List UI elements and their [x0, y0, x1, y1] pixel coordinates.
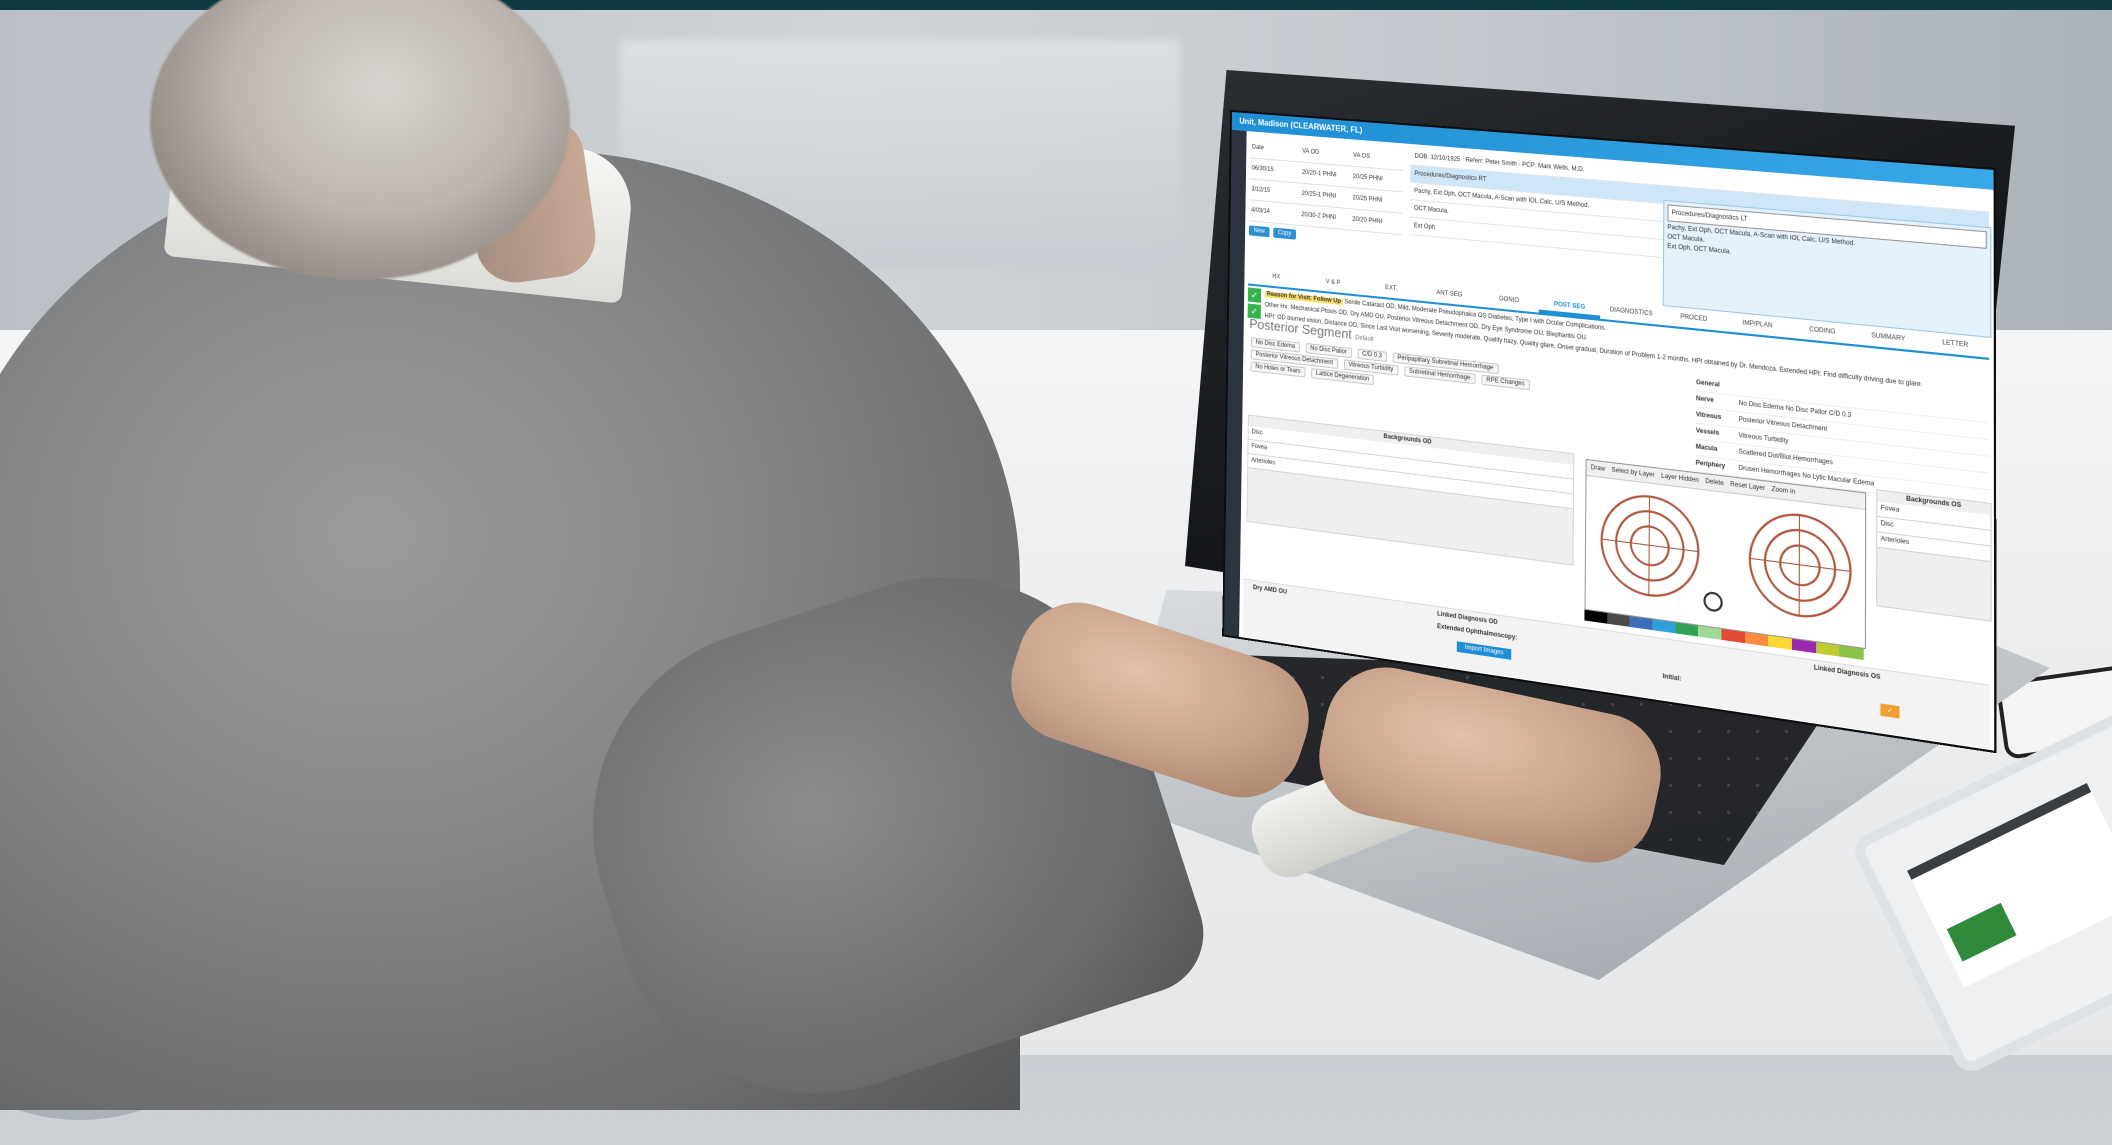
- tab-ant-seg[interactable]: ANT SEG: [1420, 282, 1479, 306]
- backgrounds-od-panel: Backgrounds OD Disc Fovea Arterioles: [1246, 414, 1575, 566]
- color-swatch[interactable]: [1629, 616, 1653, 631]
- linked-diagnosis-os: Linked Diagnosis OS: [1813, 665, 1881, 682]
- color-swatch[interactable]: [1768, 635, 1793, 650]
- save-button[interactable]: ✓: [1880, 703, 1900, 719]
- brush-cursor-icon: [1703, 590, 1723, 613]
- tab-post-seg[interactable]: POST SEG: [1539, 293, 1601, 319]
- default-toggle[interactable]: Default: [1355, 335, 1373, 343]
- visit-history-table: Date VA OD VA OS 06/30/15 20/20-1 PHNI 2…: [1248, 137, 1403, 249]
- color-swatch[interactable]: [1698, 625, 1722, 640]
- color-swatch[interactable]: [1606, 612, 1630, 627]
- tab-gonio[interactable]: GONIO: [1479, 288, 1539, 313]
- laptop-screen: Unit, Madison (CLEARWATER, FL) Date VA O…: [1224, 112, 1995, 751]
- linked-diagnosis-od: Linked Diagnosis OD: [1437, 611, 1498, 627]
- tab-hx[interactable]: HX: [1248, 265, 1305, 289]
- color-swatch[interactable]: [1652, 619, 1676, 634]
- finding-chip[interactable]: C/D 0.3: [1357, 348, 1387, 363]
- draw-tool[interactable]: Draw: [1591, 461, 1606, 478]
- tab-v-and-p[interactable]: V & P: [1304, 271, 1361, 295]
- zoom-in-tool[interactable]: Zoom in: [1772, 482, 1796, 500]
- tablet-thumbnail: [1946, 902, 2017, 962]
- initial-label: Initial:: [1662, 673, 1682, 683]
- color-swatch[interactable]: [1584, 609, 1607, 624]
- finding-chip[interactable]: RPE Changes: [1481, 374, 1530, 391]
- color-swatch[interactable]: [1815, 642, 1840, 657]
- color-swatch[interactable]: [1744, 632, 1769, 647]
- tablet-screen: [1907, 783, 2112, 988]
- color-swatch[interactable]: [1791, 638, 1816, 654]
- extended-ophthalmoscopy-label: Extended Ophthalmoscopy:: [1436, 623, 1518, 642]
- fundus-diagram-od[interactable]: [1600, 489, 1700, 604]
- new-button[interactable]: New: [1248, 225, 1270, 238]
- select-layer-tool[interactable]: Select by Layer: [1611, 463, 1654, 483]
- fundus-diagram-os[interactable]: [1748, 507, 1852, 624]
- color-swatch[interactable]: [1721, 628, 1745, 644]
- delete-tool[interactable]: Delete: [1705, 474, 1724, 491]
- color-swatch[interactable]: [1839, 645, 1864, 660]
- dry-amd-label: Dry AMD OU: [1252, 584, 1288, 596]
- color-swatch[interactable]: [1675, 622, 1699, 637]
- tab-ext[interactable]: EXT: [1362, 276, 1420, 300]
- reset-layer-tool[interactable]: Reset Layer: [1730, 477, 1765, 496]
- copy-button[interactable]: Copy: [1273, 227, 1297, 240]
- check-icon[interactable]: ✓: [1247, 287, 1262, 303]
- import-images-button[interactable]: Import Images: [1456, 641, 1512, 660]
- tab-diagnostics[interactable]: DIAGNOSTICS: [1600, 300, 1662, 325]
- layer-hidden-tool[interactable]: Layer Hidden: [1661, 469, 1699, 489]
- backgrounds-os-panel: Backgrounds OS Fovea Disc Arterioles: [1876, 489, 1992, 622]
